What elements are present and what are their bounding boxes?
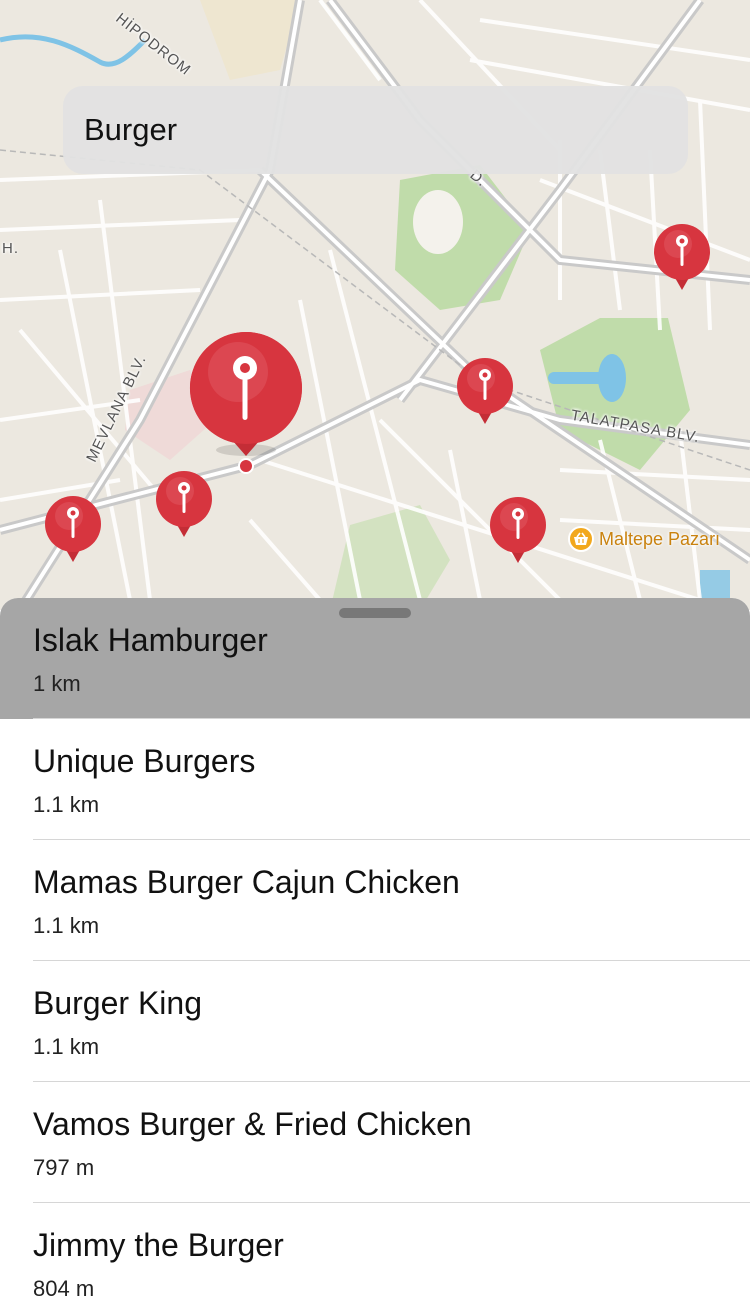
result-distance: 1.1 km xyxy=(33,913,100,938)
pin-selected[interactable] xyxy=(189,332,302,474)
sheet-grabber-handle[interactable] xyxy=(339,608,411,618)
result-row[interactable]: Mamas Burger Cajun Chicken 1.1 km xyxy=(0,840,750,961)
street-label-h: H. xyxy=(2,240,19,257)
result-distance: 1.1 km xyxy=(33,1034,100,1059)
result-row[interactable]: Jimmy the Burger 804 m xyxy=(0,1203,750,1300)
result-distance: 804 m xyxy=(33,1276,95,1300)
result-name: Vamos Burger & Fried Chicken xyxy=(33,1106,472,1142)
result-row[interactable]: Burger King 1.1 km xyxy=(0,961,750,1082)
result-name: Mamas Burger Cajun Chicken xyxy=(33,864,460,900)
pin-bottom[interactable] xyxy=(490,497,546,565)
poi-maltepe-pazari[interactable]: Maltepe Pazarı xyxy=(568,526,720,552)
result-row[interactable]: Vamos Burger & Fried Chicken 797 m xyxy=(0,1082,750,1203)
result-distance: 1.1 km xyxy=(33,792,100,817)
result-row[interactable]: Unique Burgers 1.1 km xyxy=(0,719,750,840)
result-name: Jimmy the Burger xyxy=(33,1227,284,1263)
result-distance: 797 m xyxy=(33,1155,95,1180)
map-view[interactable]: HİPODROM MEVLANA BLV. TALATPASA BLV. D. … xyxy=(0,0,750,610)
result-name: Unique Burgers xyxy=(33,743,256,779)
pin-top-right[interactable] xyxy=(654,224,710,292)
pin-center-left[interactable] xyxy=(156,471,212,539)
poi-label: Maltepe Pazarı xyxy=(599,528,721,549)
search-input[interactable]: Burger xyxy=(63,86,688,174)
basket-icon xyxy=(568,526,594,552)
results-sheet[interactable]: Islak Hamburger 1 km Unique Burgers 1.1 … xyxy=(0,598,750,1300)
result-name: Islak Hamburger xyxy=(33,622,268,658)
pin-center[interactable] xyxy=(457,358,513,426)
pin-left[interactable] xyxy=(45,496,101,564)
result-distance: 1 km xyxy=(33,671,81,696)
search-input-value: Burger xyxy=(84,112,178,147)
result-name: Burger King xyxy=(33,985,202,1021)
